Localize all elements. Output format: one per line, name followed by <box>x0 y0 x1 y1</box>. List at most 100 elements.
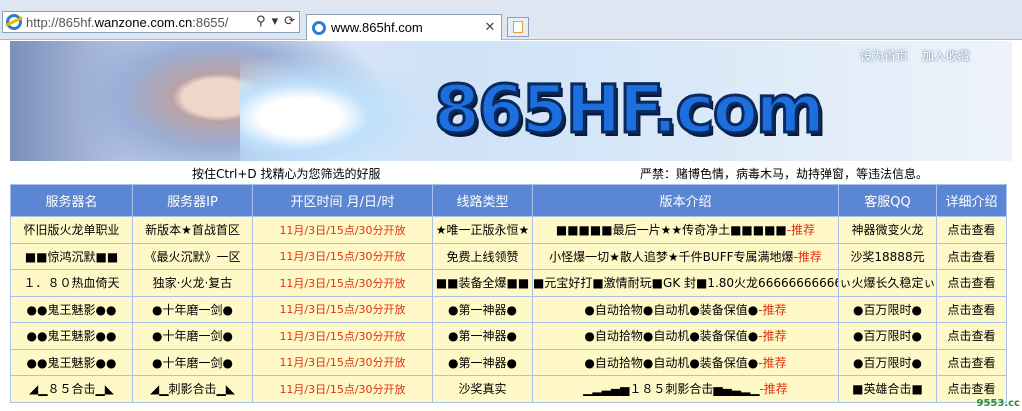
service-qq-text: ■英雄合击■ <box>852 382 923 397</box>
version-intro: ▁▂▃▄▅１８５刺影合击▅▄▃▂▁-推荐 <box>532 375 839 403</box>
open-time-text: 11月/3日/15点/30分开放 <box>279 382 406 396</box>
open-time-text: 11月/3日/15点/30分开放 <box>279 329 406 343</box>
line-type: 沙奖真实 <box>432 375 533 403</box>
line-type: ★唯一正版永恒★ <box>432 216 533 244</box>
line-type-text: 免费上线领赞 <box>446 249 519 264</box>
server-ip-text: ●十年磨一剑● <box>152 329 233 344</box>
server-name: 怀旧版火龙单职业 <box>10 216 133 244</box>
notice-strip: 按住Ctrl+D 找精心为您筛选的好服 严禁：赌博色情，病毒木马，劫持弹窗，等违… <box>10 161 1012 183</box>
version-intro: ●自动拾物●自动机●装备保值●-推荐 <box>532 348 839 376</box>
line-type-text: ■■装备全爆■■ <box>435 276 530 291</box>
server-name: ●●鬼王魅影●● <box>10 348 133 376</box>
server-ip: ◢▁刺影合击▁◣ <box>132 375 253 403</box>
new-tab-button[interactable] <box>507 17 529 37</box>
site-logo: 865HF.com <box>433 70 827 150</box>
server-ip: 独家·火龙·复古 <box>132 269 253 297</box>
version-intro-text: ■元宝好打■激情耐玩■GK 封■1.80火龙66666666666666 <box>533 276 839 291</box>
table-row[interactable]: １．８０热血倚天 独家·火龙·复古 11月/3日/15点/30分开放 ■■装备全爆■■… <box>10 269 1007 297</box>
table-row[interactable]: ●●鬼王魅影●● ●十年磨一剑● 11月/3日/15点/30分开放 ●第一神器● ●自动… <box>10 295 1007 323</box>
view-details-link-text: 点击查看 <box>947 276 996 291</box>
view-details-link[interactable]: 点击查看 <box>936 322 1007 350</box>
table-row[interactable]: ●●鬼王魅影●● ●十年磨一剑● 11月/3日/15点/30分开放 ●第一神器● ●自动… <box>10 348 1007 376</box>
table-row[interactable]: ●●鬼王魅影●● ●十年磨一剑● 11月/3日/15点/30分开放 ●第一神器● ●自动… <box>10 322 1007 350</box>
server-ip: 《最火沉默》一区 <box>132 242 253 270</box>
version-intro: 小怪爆一切★散人追梦★千件BUFF专属满地爆-推荐 <box>532 242 839 270</box>
column-header: 服务器IP <box>132 184 253 217</box>
new-tab-icon <box>513 21 523 33</box>
line-type-text: ●第一神器● <box>448 329 517 344</box>
close-icon[interactable]: ✕ <box>482 20 498 35</box>
line-type: ●第一神器● <box>432 295 533 323</box>
address-bar[interactable]: http://865hf.wanzone.com.cn:8655/ ⚲ ▾ ⟳ <box>2 11 300 33</box>
search-icon[interactable]: ⚲ <box>256 14 266 29</box>
server-name-text: ●●鬼王魅影●● <box>26 355 117 370</box>
site-watermark: 9553.cc <box>976 398 1021 409</box>
open-time-text: 11月/3日/15点/30分开放 <box>279 250 406 264</box>
view-details-link-text: 点击查看 <box>947 382 996 397</box>
table-row[interactable]: ◢▁８５合击▁◣ ◢▁刺影合击▁◣ 11月/3日/15点/30分开放 沙奖真实 ▁▂▃▄… <box>10 375 1007 403</box>
open-time: 11月/3日/15点/30分开放 <box>252 348 433 376</box>
open-time: 11月/3日/15点/30分开放 <box>252 295 433 323</box>
view-details-link[interactable]: 点击查看 <box>936 269 1007 297</box>
version-intro-text: 小怪爆一切★散人追梦★千件BUFF专属满地爆 <box>549 249 794 264</box>
server-ip-text: 新版本★首战首区 <box>145 223 240 238</box>
service-qq: ●百万限时● <box>838 295 937 323</box>
column-header: 版本介绍 <box>532 184 839 217</box>
server-ip-text: 独家·火龙·复古 <box>152 276 233 291</box>
line-type-text: 沙奖真实 <box>458 382 507 397</box>
version-intro: ■■■■■最后一片★★传奇净土■■■■■-推荐 <box>532 216 839 244</box>
browser-tab[interactable]: www.865hf.com ✕ <box>306 14 502 40</box>
column-header: 开区时间 月/日/时 <box>252 184 433 217</box>
open-time: 11月/3日/15点/30分开放 <box>252 322 433 350</box>
view-details-link[interactable]: 点击查看 <box>936 295 1007 323</box>
line-type: ●第一神器● <box>432 322 533 350</box>
version-intro-text: ▁▂▃▄▅１８５刺影合击▅▄▃▂▁ <box>583 382 760 397</box>
ie-logo-icon <box>312 20 326 35</box>
service-qq-text: ●百万限时● <box>853 329 922 344</box>
version-intro-text: ●自动拾物●自动机●装备保值● <box>584 355 759 370</box>
open-time: 11月/3日/15点/30分开放 <box>252 375 433 403</box>
service-qq: 沙奖18888元 <box>838 242 937 270</box>
server-name-text: ◢▁８５合击▁◣ <box>29 382 114 397</box>
column-header: 服务器名 <box>10 184 133 217</box>
refresh-icon[interactable]: ⟳ <box>284 14 295 29</box>
server-name-text: ■■惊鸿沉默■■ <box>24 249 119 264</box>
line-type-text: ●第一神器● <box>448 355 517 370</box>
service-qq-text: ●百万限时● <box>853 355 922 370</box>
set-homepage-link[interactable]: 设为首页 <box>860 47 908 64</box>
server-ip: ●十年磨一剑● <box>132 322 253 350</box>
service-qq: ■英雄合击■ <box>838 375 937 403</box>
recommended-tag: -推荐 <box>758 329 787 344</box>
address-url[interactable]: http://865hf.wanzone.com.cn:8655/ <box>26 15 228 30</box>
server-ip-text: 《最火沉默》一区 <box>144 249 241 264</box>
server-ip-text: ◢▁刺影合击▁◣ <box>150 382 235 397</box>
dropdown-icon[interactable]: ▾ <box>272 14 279 29</box>
server-name: ●●鬼王魅影●● <box>10 322 133 350</box>
server-name: １．８０热血倚天 <box>10 269 133 297</box>
view-details-link-text: 点击查看 <box>947 223 996 238</box>
table-header-row: 服务器名 服务器IP 开区时间 月/日/时 线路类型 版本介绍 客服QQ 详细介… <box>10 184 1007 217</box>
add-favorite-link[interactable]: 加入收藏 <box>922 47 970 64</box>
column-header: 线路类型 <box>432 184 533 217</box>
view-details-link[interactable]: 点击查看 <box>936 242 1007 270</box>
view-details-link-text: 点击查看 <box>947 302 996 317</box>
site-banner: 865HF.com 设为首页 加入收藏 <box>10 41 1012 161</box>
service-qq: ●百万限时● <box>838 322 937 350</box>
recommended-tag: -推荐 <box>758 302 787 317</box>
view-details-link[interactable]: 点击查看 <box>936 348 1007 376</box>
line-type: 免费上线领赞 <box>432 242 533 270</box>
recommended-tag: -推荐 <box>758 355 787 370</box>
service-qq: 神器微变火龙 <box>838 216 937 244</box>
table-row[interactable]: ■■惊鸿沉默■■ 《最火沉默》一区 11月/3日/15点/30分开放 免费上线领赞 小怪… <box>10 242 1007 270</box>
server-name-text: １．８０热血倚天 <box>23 276 120 291</box>
version-intro-text: ●自动拾物●自动机●装备保值● <box>584 302 759 317</box>
open-time-text: 11月/3日/15点/30分开放 <box>279 303 406 317</box>
browser-toolbar: http://865hf.wanzone.com.cn:8655/ ⚲ ▾ ⟳ … <box>0 0 1022 40</box>
server-list-table: 服务器名 服务器IP 开区时间 月/日/时 线路类型 版本介绍 客服QQ 详细介… <box>10 184 1007 403</box>
bookmark-hint: 按住Ctrl+D 找精心为您筛选的好服 <box>192 167 381 181</box>
open-time-text: 11月/3日/15点/30分开放 <box>279 276 406 290</box>
server-ip-text: ●十年磨一剑● <box>152 355 233 370</box>
table-row[interactable]: 怀旧版火龙单职业 新版本★首战首区 11月/3日/15点/30分开放 ★唯一正版永恒★… <box>10 216 1007 244</box>
server-ip: ●十年磨一剑● <box>132 348 253 376</box>
view-details-link[interactable]: 点击查看 <box>936 216 1007 244</box>
